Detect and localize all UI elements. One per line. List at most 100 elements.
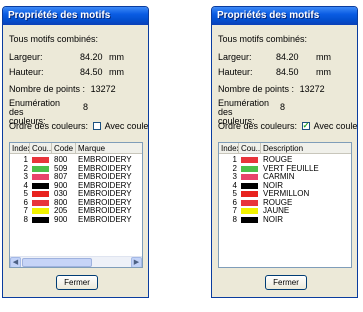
close-button[interactable]: Fermer — [56, 275, 98, 290]
col-color[interactable]: Cou... — [239, 143, 261, 154]
table-row[interactable]: 8 NOIR — [219, 214, 351, 224]
color-swatch — [241, 174, 258, 180]
col-brand[interactable]: Marque — [76, 143, 142, 154]
properties-window-right: Propriétés des motifs Tous motifs combin… — [211, 6, 358, 298]
base-color-checkbox[interactable] — [301, 122, 310, 130]
color-swatch — [32, 199, 49, 206]
color-swatch — [32, 157, 49, 163]
order-row: Ordre des couleurs: Avec couleur de base — [218, 121, 358, 131]
order-row: Ordre des couleurs: Avec couleur de base — [9, 121, 149, 131]
points-value: 13272 — [299, 84, 325, 94]
color-swatch — [32, 174, 49, 180]
window-title: Propriétés des motifs — [3, 7, 148, 25]
color-swatch — [241, 208, 258, 214]
color-list[interactable]: Index Cou... Code Marque 1 800 EMBROIDERY 2… — [9, 142, 143, 268]
base-color-checkbox[interactable] — [92, 122, 101, 130]
height-unit: mm — [109, 67, 124, 77]
points-value: 13272 — [90, 84, 116, 94]
row-description: CARMIN — [263, 172, 295, 181]
color-swatch — [32, 165, 49, 172]
points-label: Nombre de points : 13272 — [9, 84, 116, 94]
width-unit: mm — [109, 52, 124, 62]
color-swatch — [241, 157, 258, 163]
row-index: 8 — [232, 214, 237, 224]
subtitle: Tous motifs combinés: — [9, 34, 99, 44]
row-index: 5 — [23, 189, 28, 198]
color-swatch — [32, 191, 49, 197]
table-row[interactable]: 7 JAUNE — [219, 207, 351, 215]
row-description: NOIR — [263, 214, 283, 224]
row-description: VERMILLON — [263, 189, 310, 198]
row-index: 7 — [232, 206, 237, 215]
scroll-thumb[interactable] — [22, 258, 92, 267]
width-unit: mm — [316, 52, 331, 62]
col-index[interactable]: Index — [10, 143, 30, 154]
width-label: Largeur: — [218, 52, 252, 62]
color-swatch — [241, 182, 258, 189]
table-row[interactable]: 1 800 EMBROIDERY — [10, 156, 142, 164]
row-brand: EMBROIDERY — [78, 155, 132, 164]
row-index: 5 — [232, 189, 237, 198]
color-swatch — [241, 216, 258, 223]
subtitle: Tous motifs combinés: — [218, 34, 308, 44]
enum-value: 8 — [280, 102, 286, 112]
checkbox-label: Avec couleur de base — [104, 121, 149, 131]
row-code: 807 — [54, 172, 68, 181]
col-index[interactable]: Index — [219, 143, 239, 154]
table-row[interactable]: 5 VERMILLON — [219, 190, 351, 198]
col-description[interactable]: Description — [261, 143, 351, 154]
table-row[interactable]: 3 CARMIN — [219, 173, 351, 181]
row-brand: EMBROIDERY — [78, 172, 132, 181]
table-row[interactable]: 5 030 EMBROIDERY — [10, 190, 142, 198]
horizontal-scrollbar[interactable]: ◀ ▶ — [10, 256, 142, 267]
scroll-left-icon[interactable]: ◀ — [10, 257, 21, 267]
enum-value: 8 — [83, 102, 89, 112]
row-brand: EMBROIDERY — [78, 189, 132, 198]
row-index: 7 — [23, 206, 28, 215]
table-row[interactable]: 1 ROUGE — [219, 156, 351, 164]
col-color[interactable]: Cou... — [30, 143, 52, 154]
scroll-right-icon[interactable]: ▶ — [131, 257, 142, 267]
color-list[interactable]: Index Cou... Description 1 ROUGE 2 VERT FEU… — [218, 142, 352, 268]
width-value: 84.20 — [276, 52, 299, 62]
row-description: JAUNE — [263, 206, 290, 215]
width-label: Largeur: — [9, 52, 43, 62]
color-swatch — [32, 216, 49, 223]
color-swatch — [241, 199, 258, 206]
col-code[interactable]: Code — [52, 143, 76, 154]
row-description: ROUGE — [263, 155, 293, 164]
row-index: 3 — [23, 172, 28, 181]
table-row[interactable]: 3 807 EMBROIDERY — [10, 173, 142, 181]
row-code: 030 — [54, 189, 68, 198]
width-value: 84.20 — [80, 52, 103, 62]
row-code: 205 — [54, 206, 68, 215]
row-brand: EMBROIDERY — [78, 206, 132, 215]
checkbox-label: Avec couleur de base — [313, 121, 358, 131]
height-value: 84.50 — [80, 67, 103, 77]
height-label: Hauteur: — [218, 67, 253, 77]
row-brand: EMBROIDERY — [78, 214, 132, 224]
table-row[interactable]: 7 205 EMBROIDERY — [10, 207, 142, 215]
height-label: Hauteur: — [9, 67, 44, 77]
table-row[interactable]: 8 900 EMBROIDERY — [10, 214, 142, 224]
points-label: Nombre de points : 13272 — [218, 84, 325, 94]
order-label: Ordre des couleurs: — [9, 121, 89, 131]
color-swatch — [241, 191, 258, 197]
close-button[interactable]: Fermer — [265, 275, 307, 290]
row-index: 8 — [23, 214, 28, 224]
color-swatch — [241, 165, 258, 172]
height-value: 84.50 — [276, 67, 299, 77]
height-unit: mm — [316, 67, 331, 77]
points-label-text: Nombre de points : — [218, 84, 295, 94]
row-index: 1 — [23, 155, 28, 164]
list-header: Index Cou... Code Marque — [10, 143, 142, 154]
properties-window-left: Propriétés des motifs Tous motifs combin… — [2, 6, 149, 298]
color-swatch — [32, 208, 49, 214]
color-swatch — [32, 182, 49, 189]
row-index: 1 — [232, 155, 237, 164]
row-index: 3 — [232, 172, 237, 181]
window-title: Propriétés des motifs — [212, 7, 357, 25]
order-label: Ordre des couleurs: — [218, 121, 298, 131]
list-header: Index Cou... Description — [219, 143, 351, 154]
points-label-text: Nombre de points : — [9, 84, 86, 94]
